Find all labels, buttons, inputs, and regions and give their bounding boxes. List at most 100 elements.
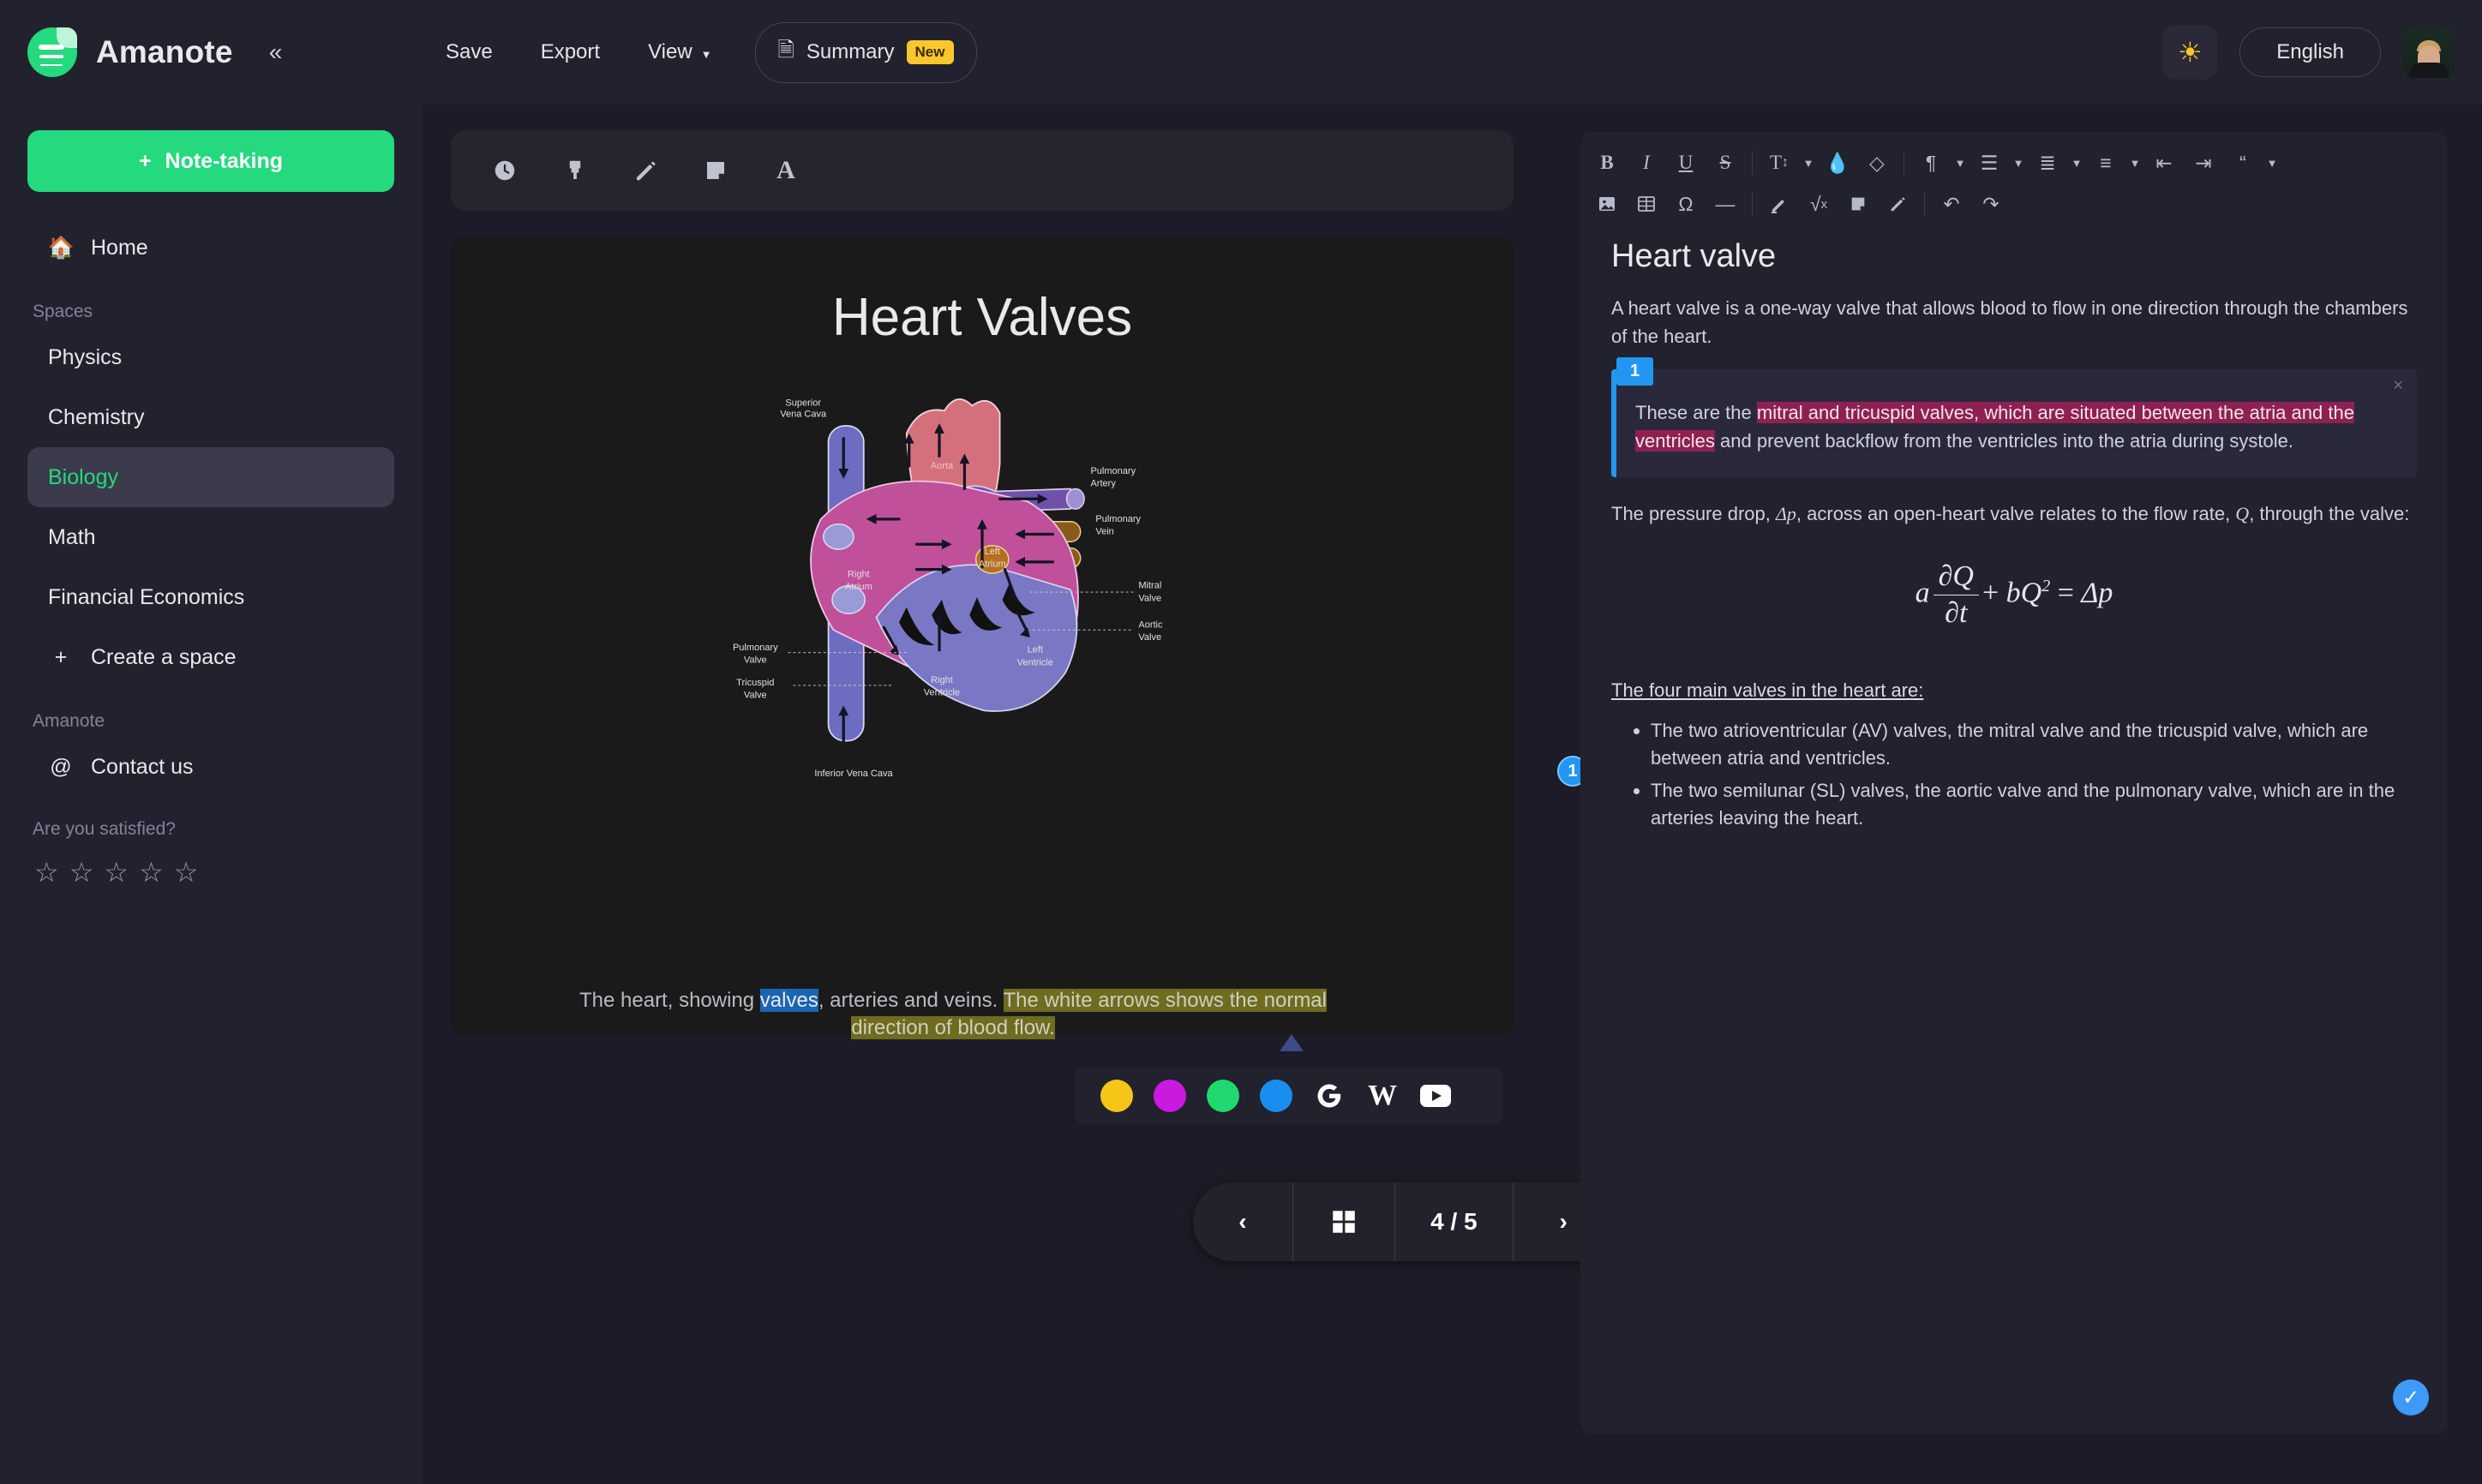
note-taking-button[interactable]: + Note-taking [27,130,394,192]
confirm-button[interactable]: ✓ [2393,1379,2429,1415]
chevron-down-icon[interactable]: ▼ [2263,144,2281,182]
editor-toolbar-row-1: B I U S T ↕ ▼ 💧 ◇ ¶ ▼ ☰ ▼ ≣ ▼ ≡ ▼ ⇤ ⇥ “ … [1587,144,2441,182]
summary-button[interactable]: 🗎 Summary New [754,21,977,83]
yellow-swatch[interactable] [1090,1069,1143,1122]
home-icon: 🏠 [47,235,75,260]
sun-icon[interactable]: ☀ [2162,25,2218,80]
main-menu: Save Export View ▼ 🗎 Summary New [422,21,977,83]
draw-pencil-icon[interactable] [1878,185,1917,223]
formula-term2: bQ [2005,577,2042,609]
satisfaction-label: Are you satisfied? [33,819,176,839]
chevron-down-icon[interactable]: ▼ [1799,144,1818,182]
underline-icon[interactable]: U [1666,144,1706,182]
magenta-swatch[interactable] [1143,1069,1196,1122]
rating-star-3[interactable]: ☆ [104,859,129,886]
sidebar-item-physics[interactable]: Physics [27,327,394,387]
strikethrough-icon[interactable]: S [1706,144,1745,182]
pencil-icon[interactable] [610,139,680,202]
sticky-note-icon[interactable] [1838,185,1878,223]
formula-fraction: ∂Q ∂t [1933,560,1979,630]
editor-toolbar-row-2: Ω — √ x ↶ ↷ [1587,185,2441,223]
italic-icon[interactable]: I [1627,144,1666,182]
create-space-button[interactable]: + Create a space [27,627,394,687]
page-indicator[interactable]: 4 / 5 [1395,1182,1514,1261]
annotation-text: These are the mitral and tricuspid valve… [1635,398,2393,455]
svg-text:Tricuspid: Tricuspid [736,678,774,688]
svg-text:Valve: Valve [744,691,767,701]
undo-icon[interactable]: ↶ [1932,185,1971,223]
annotation-block[interactable]: 1 × These are the mitral and tricuspid v… [1611,357,2417,477]
highlighter-brush-icon[interactable] [540,139,610,202]
insert-table-icon[interactable] [1627,185,1666,223]
sidebar-item-contact-us[interactable]: @ Contact us [27,737,394,797]
rating-star-2[interactable]: ☆ [69,859,94,886]
insert-image-icon[interactable] [1587,185,1627,223]
clear-formatting-icon[interactable]: ◇ [1857,144,1897,182]
sidebar-item-label-biology: Biology [48,464,118,489]
grid-view-icon[interactable] [1293,1182,1394,1261]
horizontal-rule-icon[interactable]: — [1706,185,1745,223]
sidebar-item-biology[interactable]: Biology [27,447,394,507]
plus-icon: + [138,148,152,173]
menu-item-export[interactable]: Export [517,32,624,73]
editor-content[interactable]: Heart valve A heart valve is a one-way v… [1580,231,2448,832]
bullet-list-icon[interactable]: ≡ [2086,144,2125,182]
rating-stars: ☆ ☆ ☆ ☆ ☆ [27,845,394,886]
menu-item-view[interactable]: View ▼ [624,32,735,73]
language-button[interactable]: English [2239,27,2381,77]
sidebar-item-financial-economics[interactable]: Financial Economics [27,567,394,627]
menu-item-save[interactable]: Save [422,32,517,73]
rating-star-5[interactable]: ☆ [174,859,199,886]
sidebar-item-label-math: Math [48,524,96,549]
menu-label-view: View [648,40,692,63]
highlighter-icon[interactable] [1760,185,1799,223]
math-formula[interactable]: a ∂Q ∂t + bQ2 = Δp [1611,560,2417,630]
formula-numerator: ∂Q [1933,560,1979,595]
rating-star-4[interactable]: ☆ [139,859,164,886]
sidebar-item-chemistry[interactable]: Chemistry [27,387,394,447]
sidebar-item-math[interactable]: Math [27,507,394,567]
special-character-icon[interactable]: Ω [1666,185,1706,223]
svg-text:Mitral: Mitral [1138,581,1161,591]
numbered-list-icon[interactable]: ≣ [2028,144,2067,182]
wikipedia-icon[interactable]: W [1356,1069,1409,1122]
youtube-icon[interactable] [1409,1069,1462,1122]
sidebar-item-home[interactable]: 🏠 Home [27,218,394,278]
toolbar-divider-3 [1752,191,1753,217]
chevron-down-icon[interactable]: ▼ [2125,144,2144,182]
chevron-down-icon[interactable]: ▼ [2067,144,2086,182]
outdent-icon[interactable]: ⇤ [2144,144,2184,182]
svg-text:Ventricle: Ventricle [924,688,960,698]
chevron-down-icon[interactable]: ▼ [2009,144,2028,182]
note-taking-label: Note-taking [165,148,284,173]
rating-star-1[interactable]: ☆ [34,859,59,886]
collapse-sidebar-icon[interactable]: « [269,40,283,64]
main-area: A Heart Valves Superior Vena Cava Aorta … [422,105,2482,1484]
close-icon[interactable]: × [2393,376,2403,396]
prev-page-button[interactable]: ‹ [1193,1182,1292,1261]
caption-highlight-valves[interactable]: valves [759,989,818,1012]
google-icon[interactable] [1303,1069,1356,1122]
redo-icon[interactable]: ↷ [1971,185,2011,223]
align-icon[interactable]: ☰ [1969,144,2009,182]
text-tool-icon[interactable]: A [751,139,821,202]
toolbar-divider-4 [1924,191,1925,217]
green-swatch[interactable] [1196,1069,1250,1122]
sidebar-item-label-contact-us: Contact us [91,754,194,779]
chevron-down-icon[interactable]: ▼ [1951,144,1969,182]
sticky-note-icon[interactable] [680,139,751,202]
blockquote-icon[interactable]: “ [2223,144,2263,182]
note-editor-panel: B I U S T ↕ ▼ 💧 ◇ ¶ ▼ ☰ ▼ ≣ ▼ ≡ ▼ ⇤ ⇥ “ … [1580,132,2448,1434]
svg-text:Pulmonary: Pulmonary [1090,466,1136,476]
math-formula-icon[interactable]: √ x [1799,185,1838,223]
text-color-icon[interactable]: 💧 [1818,144,1857,182]
font-size-icon[interactable]: T ↕ [1760,144,1799,182]
avatar[interactable] [2403,27,2455,78]
blue-swatch[interactable] [1250,1069,1303,1122]
bold-icon[interactable]: B [1587,144,1627,182]
history-clock-icon[interactable] [470,139,540,202]
indent-icon[interactable]: ⇥ [2184,144,2223,182]
formula-term2-exponent: 2 [2041,576,2051,595]
paragraph-icon[interactable]: ¶ [1911,144,1951,182]
slide-canvas[interactable]: Heart Valves Superior Vena Cava Aorta Pu… [451,237,1514,1034]
